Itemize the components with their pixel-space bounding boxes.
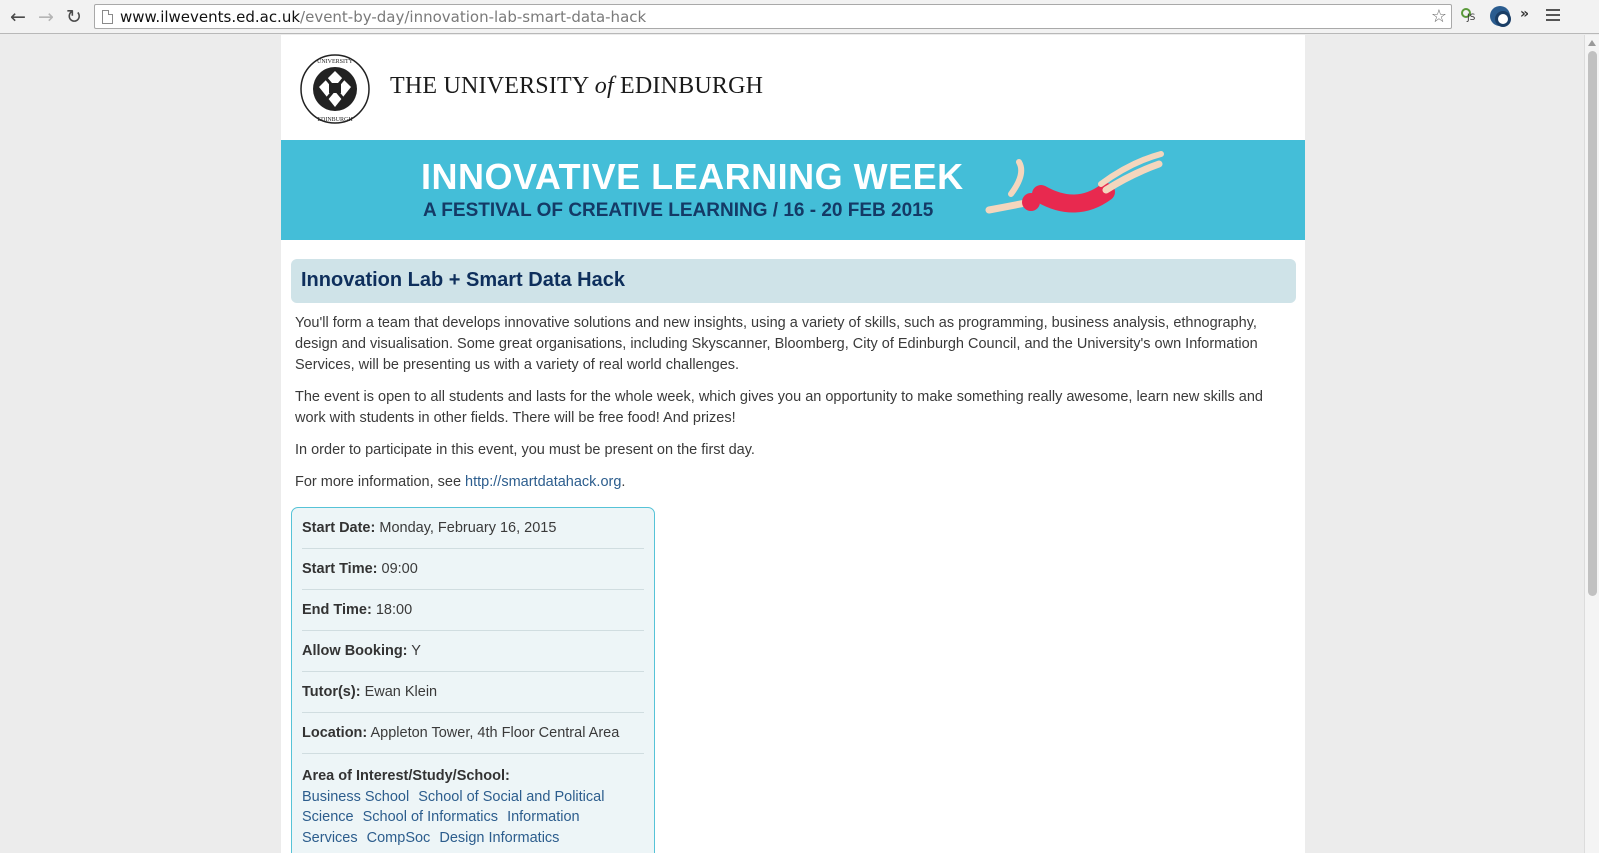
banner-subtitle: A FESTIVAL OF CREATIVE LEARNING / 16 - 2… [423, 200, 934, 221]
allow-booking-label: Allow Booking: [302, 643, 408, 659]
extensions-overflow-button[interactable]: » [1520, 6, 1529, 22]
area-link-compsoc[interactable]: CompSoc [367, 830, 431, 846]
university-name-pre: THE UNIVERSITY [390, 73, 595, 99]
areas-of-interest: Area of Interest/Study/School: Business … [302, 754, 644, 848]
university-name[interactable]: THE UNIVERSITY of EDINBURGH [390, 73, 763, 100]
bookmark-star-icon[interactable]: ☆ [1431, 6, 1447, 27]
address-bar[interactable]: www.ilwevents.ed.ac.uk/event-by-day/inno… [94, 4, 1452, 29]
svg-text:UNIVERSITY: UNIVERSITY [317, 59, 354, 65]
end-time-label: End Time: [302, 602, 372, 618]
allow-booking-value: Y [411, 643, 421, 659]
reload-icon[interactable]: ↻ [63, 6, 85, 28]
diving-swimmer-illustration [985, 151, 1164, 214]
end-time-row: End Time: 18:00 [302, 590, 644, 631]
start-date-value: Monday, February 16, 2015 [379, 520, 557, 536]
page-container: UNIVERSITY EDINBURGH THE UNIVERSITY of E… [281, 35, 1305, 853]
forward-arrow-icon[interactable]: → [35, 6, 57, 28]
javascript-extension-icon[interactable]: JS [1461, 7, 1479, 25]
university-name-post: EDINBURGH [613, 73, 764, 99]
location-value: Appleton Tower, 4th Floor Central Area [370, 725, 620, 741]
page-icon [102, 10, 113, 24]
svg-text:EDINBURGH: EDINBURGH [317, 117, 353, 123]
banner-title: INNOVATIVE LEARNING WEEK [421, 156, 964, 197]
start-date-label: Start Date: [302, 520, 376, 536]
more-info-paragraph: For more information, see http://smartda… [295, 472, 1295, 493]
url-text[interactable]: www.ilwevents.ed.ac.uk/event-by-day/inno… [120, 8, 646, 26]
area-link-design-informatics[interactable]: Design Informatics [439, 830, 559, 846]
innovative-learning-week-banner: INNOVATIVE LEARNING WEEK A FESTIVAL OF C… [281, 140, 1305, 240]
university-header: UNIVERSITY EDINBURGH THE UNIVERSITY of E… [281, 35, 1305, 140]
description-paragraph-2: The event is open to all students and la… [295, 389, 1263, 426]
extension-js-label: JS [1467, 13, 1476, 23]
page-viewport: UNIVERSITY EDINBURGH THE UNIVERSITY of E… [0, 35, 1599, 853]
event-title: Innovation Lab + Smart Data Hack [301, 269, 625, 291]
vertical-scrollbar[interactable] [1584, 35, 1599, 853]
start-date-row: Start Date: Monday, February 16, 2015 [302, 508, 644, 549]
location-label: Location: [302, 725, 368, 741]
event-details-box: Start Date: Monday, February 16, 2015 St… [291, 507, 655, 853]
tutors-row: Tutor(s): Ewan Klein [302, 672, 644, 713]
end-time-value: 18:00 [375, 602, 413, 618]
start-time-label: Start Time: [302, 561, 378, 577]
tutors-value: Ewan Klein [364, 684, 438, 700]
scroll-up-arrow-icon[interactable] [1588, 40, 1596, 46]
more-info-prefix: For more information, see [295, 474, 466, 490]
university-crest-icon[interactable]: UNIVERSITY EDINBURGH [299, 53, 371, 125]
event-title-bar: Innovation Lab + Smart Data Hack [291, 259, 1296, 303]
description-paragraph-3: In order to participate in this event, y… [295, 442, 755, 458]
start-time-row: Start Time: 09:00 [302, 549, 644, 590]
url-host: www.ilwevents.ed.ac.uk [120, 8, 301, 26]
scrollbar-thumb[interactable] [1588, 51, 1597, 596]
url-path: /event-by-day/innovation-lab-smart-data-… [300, 8, 647, 26]
tutors-label: Tutor(s): [302, 684, 361, 700]
areas-label: Area of Interest/Study/School: [302, 768, 510, 784]
event-description: You'll form a team that develops innovat… [295, 313, 1295, 504]
browser-toolbar: ← → ↻ www.ilwevents.ed.ac.uk/event-by-da… [0, 0, 1599, 34]
more-info-suffix: . [621, 474, 626, 490]
university-name-of: of [594, 73, 614, 99]
smartdatahack-link[interactable]: http://smartdatahack.org [465, 474, 621, 490]
back-arrow-icon[interactable]: ← [7, 6, 29, 28]
extension-eye-icon[interactable] [1490, 6, 1511, 27]
start-time-value: 09:00 [381, 561, 418, 577]
browser-menu-icon[interactable] [1546, 9, 1560, 23]
location-row: Location: Appleton Tower, 4th Floor Cent… [302, 713, 644, 754]
allow-booking-row: Allow Booking: Y [302, 631, 644, 672]
description-paragraph-1: You'll form a team that develops innovat… [295, 315, 1258, 373]
area-link-business-school[interactable]: Business School [302, 789, 409, 805]
area-link-informatics[interactable]: School of Informatics [363, 809, 498, 825]
